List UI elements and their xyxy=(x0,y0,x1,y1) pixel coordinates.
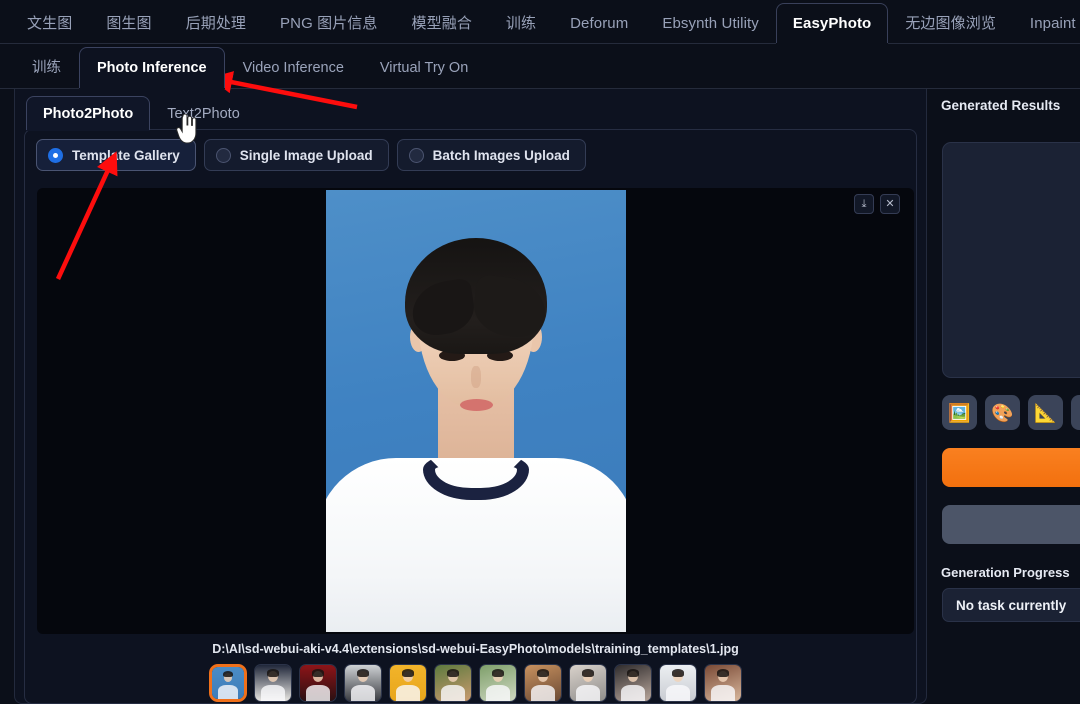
radio-batch-images-upload[interactable]: Batch Images Upload xyxy=(396,139,586,171)
template-thumbnail[interactable] xyxy=(299,664,337,702)
hand-pointer-cursor xyxy=(176,114,197,144)
portrait-mouth xyxy=(460,399,493,411)
template-thumbnail-image xyxy=(255,665,291,701)
triangular-ruler-icon[interactable]: 📐 xyxy=(1028,395,1063,430)
radio-single-image-upload-label: Single Image Upload xyxy=(239,147,373,163)
image-toolbar: ⤓ ✕ xyxy=(854,194,900,214)
portrait-nose xyxy=(471,366,481,388)
generated-results-gallery[interactable] xyxy=(942,142,1080,378)
generation-progress-label: Generation Progress xyxy=(941,565,1070,580)
template-thumbnail-image xyxy=(570,665,606,701)
radio-template-gallery[interactable]: Template Gallery xyxy=(36,139,196,171)
tab-png-info[interactable]: PNG 图片信息 xyxy=(263,3,394,43)
radio-template-gallery-label: Template Gallery xyxy=(72,147,180,163)
tab-image-to-image[interactable]: 图生图 xyxy=(89,3,168,43)
tab-ebsynth-utility[interactable]: Ebsynth Utility xyxy=(645,3,776,43)
radio-dot-icon xyxy=(408,147,424,163)
template-thumbnail[interactable] xyxy=(479,664,517,702)
download-icon[interactable]: ⤓ xyxy=(854,194,874,214)
subtab-virtual-try-on[interactable]: Virtual Try On xyxy=(362,47,486,88)
tab-infinite-image-browsing[interactable]: 无边图像浏览 xyxy=(888,3,1013,43)
upload-mode-radio-group: Template Gallery Single Image Upload Bat… xyxy=(36,139,586,171)
template-preview-area[interactable]: ⤓ ✕ xyxy=(37,188,914,634)
generation-progress-value: No task currently xyxy=(942,588,1080,622)
radio-batch-images-upload-label: Batch Images Upload xyxy=(432,147,570,163)
template-thumbnail-image xyxy=(705,665,741,701)
template-thumbnail[interactable] xyxy=(659,664,697,702)
template-thumbnail[interactable] xyxy=(389,664,427,702)
generated-results-title: Generated Results xyxy=(941,98,1061,113)
template-path-label: D:\AI\sd-webui-aki-v4.4\extensions\sd-we… xyxy=(212,642,739,656)
template-thumbnail-image xyxy=(480,665,516,701)
book-icon[interactable]: 📘 xyxy=(1071,395,1080,430)
radio-dot-icon xyxy=(48,147,63,163)
start-generation-button[interactable] xyxy=(942,448,1080,487)
tab-easyphoto[interactable]: EasyPhoto xyxy=(775,3,889,43)
tab-text-to-image[interactable]: 文生图 xyxy=(10,3,89,43)
template-thumbnail-image xyxy=(300,665,336,701)
tab-inpaint[interactable]: Inpaint xyxy=(1013,3,1080,43)
template-thumbnail[interactable] xyxy=(569,664,607,702)
template-thumbnail-image xyxy=(615,665,651,701)
radio-dot-icon xyxy=(215,147,231,163)
template-thumbnail-strip[interactable] xyxy=(37,664,914,704)
tool-icon-row: 🖼️ 🎨 📐 📘 xyxy=(942,395,1080,430)
subtab-video-inference[interactable]: Video Inference xyxy=(225,47,362,88)
tab-train[interactable]: 训练 xyxy=(489,3,553,43)
template-thumbnail[interactable] xyxy=(254,664,292,702)
template-thumbnail-image xyxy=(345,665,381,701)
template-thumbnail-image xyxy=(525,665,561,701)
subtab-photo-inference[interactable]: Photo Inference xyxy=(79,47,225,88)
radio-single-image-upload[interactable]: Single Image Upload xyxy=(203,139,389,171)
template-thumbnail[interactable] xyxy=(209,664,247,702)
template-thumbnail[interactable] xyxy=(344,664,382,702)
template-thumbnail[interactable] xyxy=(434,664,472,702)
tab-checkpoint-merger[interactable]: 模型融合 xyxy=(395,3,489,43)
template-preview-image xyxy=(326,190,626,632)
app-window: 文生图 图生图 后期处理 PNG 图片信息 模型融合 训练 Deforum Eb… xyxy=(0,0,1080,704)
subtab-train[interactable]: 训练 xyxy=(14,47,79,88)
template-thumbnail[interactable] xyxy=(614,664,652,702)
stop-generation-button[interactable] xyxy=(942,505,1080,544)
template-thumbnail-image xyxy=(390,665,426,701)
template-thumbnail-image xyxy=(435,665,471,701)
template-thumbnail[interactable] xyxy=(524,664,562,702)
template-thumbnail-image xyxy=(660,665,696,701)
main-tab-bar: 文生图 图生图 后期处理 PNG 图片信息 模型融合 训练 Deforum Eb… xyxy=(0,0,1080,44)
tab-postprocessing[interactable]: 后期处理 xyxy=(169,3,263,43)
tab-deforum[interactable]: Deforum xyxy=(553,3,645,43)
template-thumbnail[interactable] xyxy=(704,664,742,702)
tab-photo2photo[interactable]: Photo2Photo xyxy=(26,96,151,130)
template-thumbnail-image xyxy=(212,667,244,699)
tab-text2photo[interactable]: Text2Photo xyxy=(150,96,257,130)
photo-mode-tab-bar: Photo2Photo Text2Photo xyxy=(14,94,927,130)
close-icon[interactable]: ✕ xyxy=(880,194,900,214)
artist-palette-icon[interactable]: 🎨 xyxy=(985,395,1020,430)
easyphoto-tab-bar: 训练 Photo Inference Video Inference Virtu… xyxy=(0,44,1080,89)
framed-picture-icon[interactable]: 🖼️ xyxy=(942,395,977,430)
